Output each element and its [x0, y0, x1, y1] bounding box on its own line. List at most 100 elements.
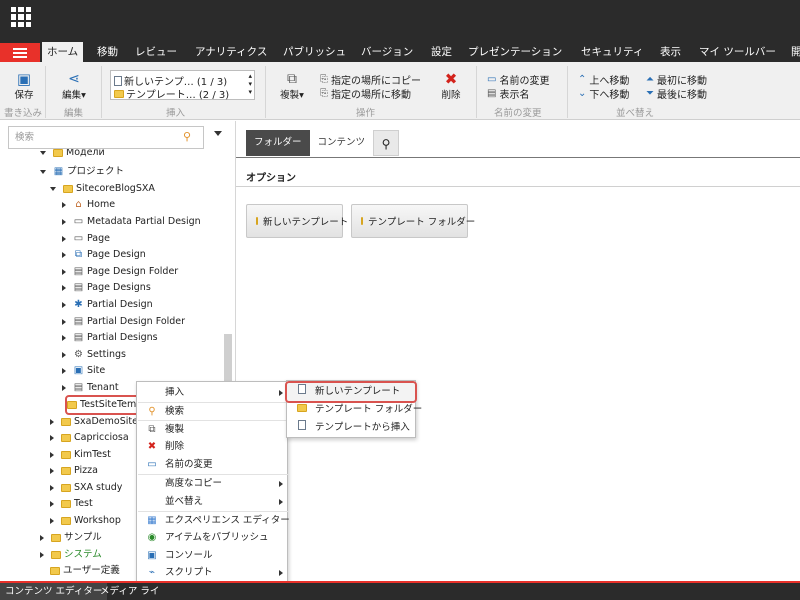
- tab-content[interactable]: コンテンツ: [309, 130, 374, 156]
- ctx-experience-editor[interactable]: ▦ エクスペリエンス エディター: [137, 512, 289, 530]
- tab-versions[interactable]: バージョン: [356, 42, 418, 62]
- tab-my-toolbar[interactable]: マイ ツールバー: [694, 42, 781, 62]
- edit-button[interactable]: ⋖ 編集▾: [56, 71, 92, 101]
- ctx-rename[interactable]: ▭ 名前の変更: [137, 456, 287, 474]
- search-input[interactable]: [9, 127, 169, 148]
- tree-item-metadata-partial[interactable]: ▭ Metadata Partial Design: [62, 214, 201, 230]
- new-template-option-button[interactable]: 新しいテンプレート: [246, 204, 348, 238]
- context-menu: 挿入 ⚲ 検索 ⧉ 複製 ✖ 削除 ▭ 名前の変更 高度なコピー 並べ替え ▦ エクスペリ…: [136, 381, 290, 600]
- ctx-search[interactable]: ⚲ 検索: [137, 403, 287, 421]
- chevron-down-icon[interactable]: [214, 131, 222, 136]
- group-label-rename: 名前の変更: [494, 108, 542, 119]
- ctx-scripts[interactable]: ⌁ スクリプト: [137, 564, 287, 582]
- tree-item-tenant[interactable]: ▤ Tenant: [62, 380, 119, 396]
- delete-button[interactable]: ✖ 削除: [436, 71, 466, 101]
- tree-item-home[interactable]: ⌂ Home: [62, 197, 115, 213]
- ctx-duplicate[interactable]: ⧉ 複製: [137, 421, 287, 439]
- experience-editor-icon: ▦: [147, 515, 157, 526]
- tree-item-sample[interactable]: サンプル: [40, 530, 102, 546]
- tab-publish[interactable]: パブリッシュ: [278, 42, 351, 62]
- tree-item-project[interactable]: ▦ プロジェクト: [40, 164, 124, 180]
- folder-icon: [63, 185, 73, 193]
- tab-security[interactable]: セキュリティ: [576, 42, 648, 62]
- submenu-arrow-icon: [279, 499, 283, 505]
- tab-more[interactable]: 開: [786, 42, 800, 62]
- bottom-tab-content-editor[interactable]: コンテンツ エディター: [0, 583, 108, 600]
- tab-analytics[interactable]: アナリティクス: [190, 42, 272, 62]
- tree-item-page[interactable]: ▭ Page: [62, 231, 110, 247]
- share-icon: ⋖: [68, 71, 80, 87]
- copy-to-button[interactable]: ⎘ 指定の場所にコピー: [320, 72, 421, 87]
- bottom-tab-media-library[interactable]: メディア ライ: [95, 583, 164, 600]
- tree-item-workshop[interactable]: Workshop: [50, 513, 121, 529]
- expand-arrow-icon[interactable]: [40, 170, 46, 174]
- tree-item-partial-design-folder[interactable]: ▤ Partial Design Folder: [62, 314, 185, 330]
- submenu-new-template[interactable]: 新しいテンプレート: [285, 381, 417, 403]
- tab-presentation[interactable]: プレゼンテーション: [463, 42, 567, 62]
- ctx-sort[interactable]: 並べ替え: [137, 493, 287, 511]
- tab-home[interactable]: ホーム: [42, 42, 84, 62]
- duplicate-button[interactable]: ⧉ 複製▾: [276, 71, 308, 101]
- tree-item-capricciosa[interactable]: Capricciosa: [50, 430, 129, 446]
- save-button[interactable]: ▣ 保存: [10, 71, 38, 101]
- settings-icon: ⚙: [74, 349, 83, 360]
- tree-item-page-designs[interactable]: ▤ Page Designs: [62, 280, 151, 296]
- template-folder-option-button[interactable]: テンプレート フォルダー: [351, 204, 475, 238]
- group-label-edit: 編集: [64, 108, 84, 119]
- tree-item-page-design-folder[interactable]: ▤ Page Design Folder: [62, 264, 178, 280]
- folder-icon: [50, 567, 60, 575]
- tree-item-partial-designs[interactable]: ▤ Partial Designs: [62, 330, 158, 346]
- tab-folder[interactable]: フォルダー: [246, 130, 310, 156]
- tab-navigate[interactable]: 移動: [92, 42, 123, 62]
- tree-item-partial[interactable]: Модели: [40, 149, 105, 157]
- tree-item-kimtest[interactable]: KimTest: [50, 447, 111, 463]
- move-up-button[interactable]: ⌃ 上へ移動: [578, 72, 629, 87]
- search-tab-icon[interactable]: ⚲: [373, 130, 400, 156]
- move-down-button[interactable]: ⌄ 下へ移動: [578, 86, 629, 101]
- tree-item-site[interactable]: ▣ Site: [62, 363, 105, 379]
- app-launcher-icon[interactable]: [11, 7, 31, 27]
- tree-item-settings[interactable]: ⚙ Settings: [62, 347, 126, 363]
- tree-item-page-design[interactable]: ⧉ Page Design: [62, 247, 146, 263]
- tree-item-partial-design[interactable]: ✱ Partial Design: [62, 297, 153, 313]
- tree-item-sxa-study[interactable]: SXA study: [50, 480, 122, 496]
- move-icon: ⎘: [320, 88, 328, 99]
- tree-scrollbar[interactable]: [224, 334, 232, 384]
- ctx-console[interactable]: ▣ コンソール: [137, 547, 287, 565]
- rename-icon: ▭: [487, 74, 497, 85]
- tree-search-box: ⚲: [8, 126, 204, 149]
- ctx-publish-item[interactable]: ◉ アイテムをパブリッシュ: [137, 529, 287, 547]
- tree-item-system[interactable]: システム: [40, 547, 102, 563]
- tree-item-test[interactable]: Test: [50, 496, 93, 512]
- insert-gallery[interactable]: 新しいテンプ… (1 / 3) テンプレート… (2 / 3) ▴ ▾ ▾: [110, 70, 255, 101]
- expand-arrow-icon[interactable]: [50, 187, 56, 191]
- tab-view[interactable]: 表示: [655, 42, 686, 62]
- ctx-advanced-copy[interactable]: 高度なコピー: [137, 475, 287, 493]
- ctx-insert[interactable]: 挿入: [137, 384, 287, 402]
- submenu-template-folder[interactable]: テンプレート フォルダー: [287, 401, 422, 419]
- insert-template-folder[interactable]: テンプレート… (2 / 3): [114, 86, 229, 101]
- display-name-button[interactable]: ▤ 表示名: [487, 86, 529, 101]
- gallery-scroll-icon[interactable]: ▴ ▾ ▾: [248, 72, 252, 96]
- tree-item-test-site-template[interactable]: TestSiteTempl: [65, 395, 149, 415]
- folder-icon: [61, 467, 71, 475]
- tab-settings[interactable]: 設定: [426, 42, 457, 62]
- move-up-icon: ⌃: [578, 74, 587, 85]
- tab-review[interactable]: レビュー: [130, 42, 182, 62]
- submenu-insert-from-template[interactable]: テンプレートから挿入: [287, 419, 415, 437]
- tree-item-pizza[interactable]: Pizza: [50, 463, 98, 479]
- page-design-icon: ⧉: [74, 249, 83, 260]
- template-icon: [256, 217, 258, 225]
- menu-icon[interactable]: [0, 43, 40, 62]
- tree-item-sitecore-blog[interactable]: SitecoreBlogSXA: [50, 181, 155, 197]
- move-first-button[interactable]: ⏶ 最初に移動: [646, 72, 707, 87]
- rename-button[interactable]: ▭ 名前の変更: [487, 72, 549, 87]
- tree-item-sxa-demo[interactable]: SxaDemoSite: [50, 414, 138, 430]
- move-to-button[interactable]: ⎘ 指定の場所に移動: [320, 86, 411, 101]
- search-icon[interactable]: ⚲: [183, 130, 191, 143]
- ctx-delete[interactable]: ✖ 削除: [137, 438, 287, 456]
- move-last-button[interactable]: ⏷ 最後に移動: [646, 86, 707, 101]
- folder-icon: [361, 217, 363, 225]
- publish-icon: ◉: [147, 532, 157, 543]
- tree-item-user-defined[interactable]: ユーザー定義: [50, 563, 120, 579]
